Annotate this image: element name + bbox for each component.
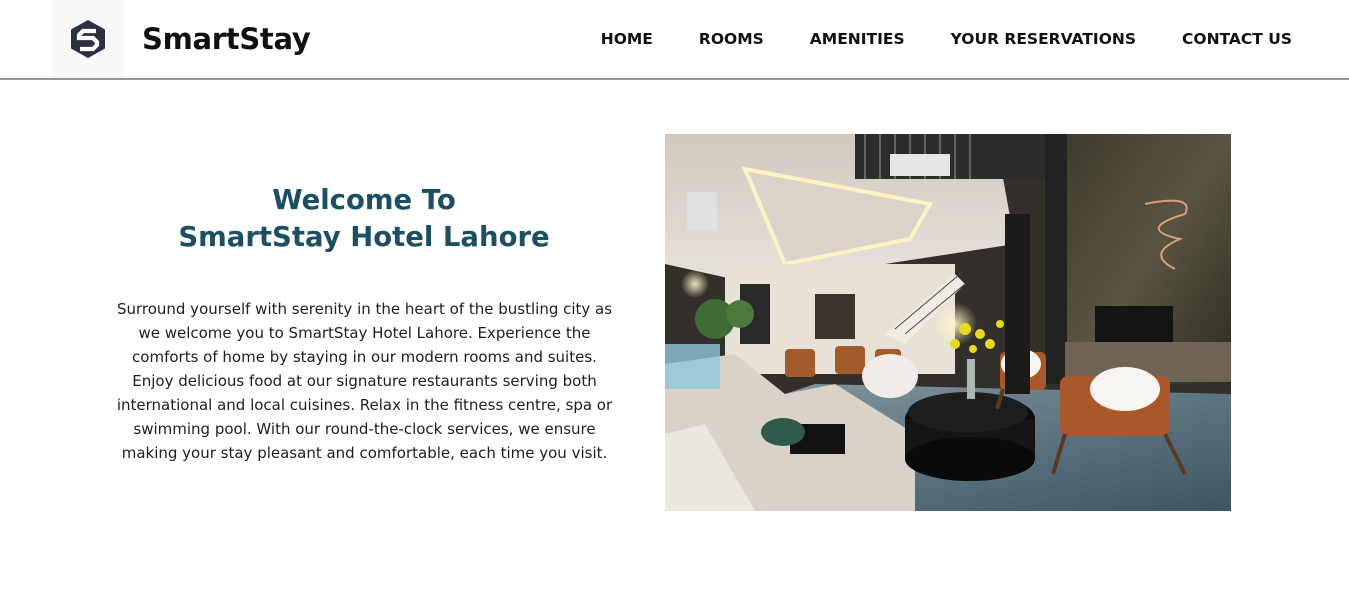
hotel-lobby-image [665, 134, 1231, 511]
nav-home[interactable]: HOME [601, 30, 653, 48]
smartstay-logo-icon [52, 0, 124, 78]
main-navigation: HOME ROOMS AMENITIES YOUR RESERVATIONS C… [601, 0, 1292, 78]
nav-rooms[interactable]: ROOMS [699, 30, 764, 48]
nav-amenities[interactable]: AMENITIES [810, 30, 905, 48]
brand-home-link[interactable]: SmartStay [52, 0, 311, 78]
nav-your-reservations[interactable]: YOUR RESERVATIONS [951, 30, 1136, 48]
welcome-section: Welcome To SmartStay Hotel Lahore [104, 182, 624, 256]
brand-name: SmartStay [142, 22, 311, 56]
welcome-title-line1: Welcome To [272, 184, 456, 216]
nav-contact-us[interactable]: CONTACT US [1182, 30, 1292, 48]
welcome-title: Welcome To SmartStay Hotel Lahore [104, 182, 624, 256]
site-header: SmartStay HOME ROOMS AMENITIES YOUR RESE… [0, 0, 1349, 80]
welcome-title-line2: SmartStay Hotel Lahore [178, 221, 550, 253]
welcome-description: Surround yourself with serenity in the h… [116, 300, 613, 462]
